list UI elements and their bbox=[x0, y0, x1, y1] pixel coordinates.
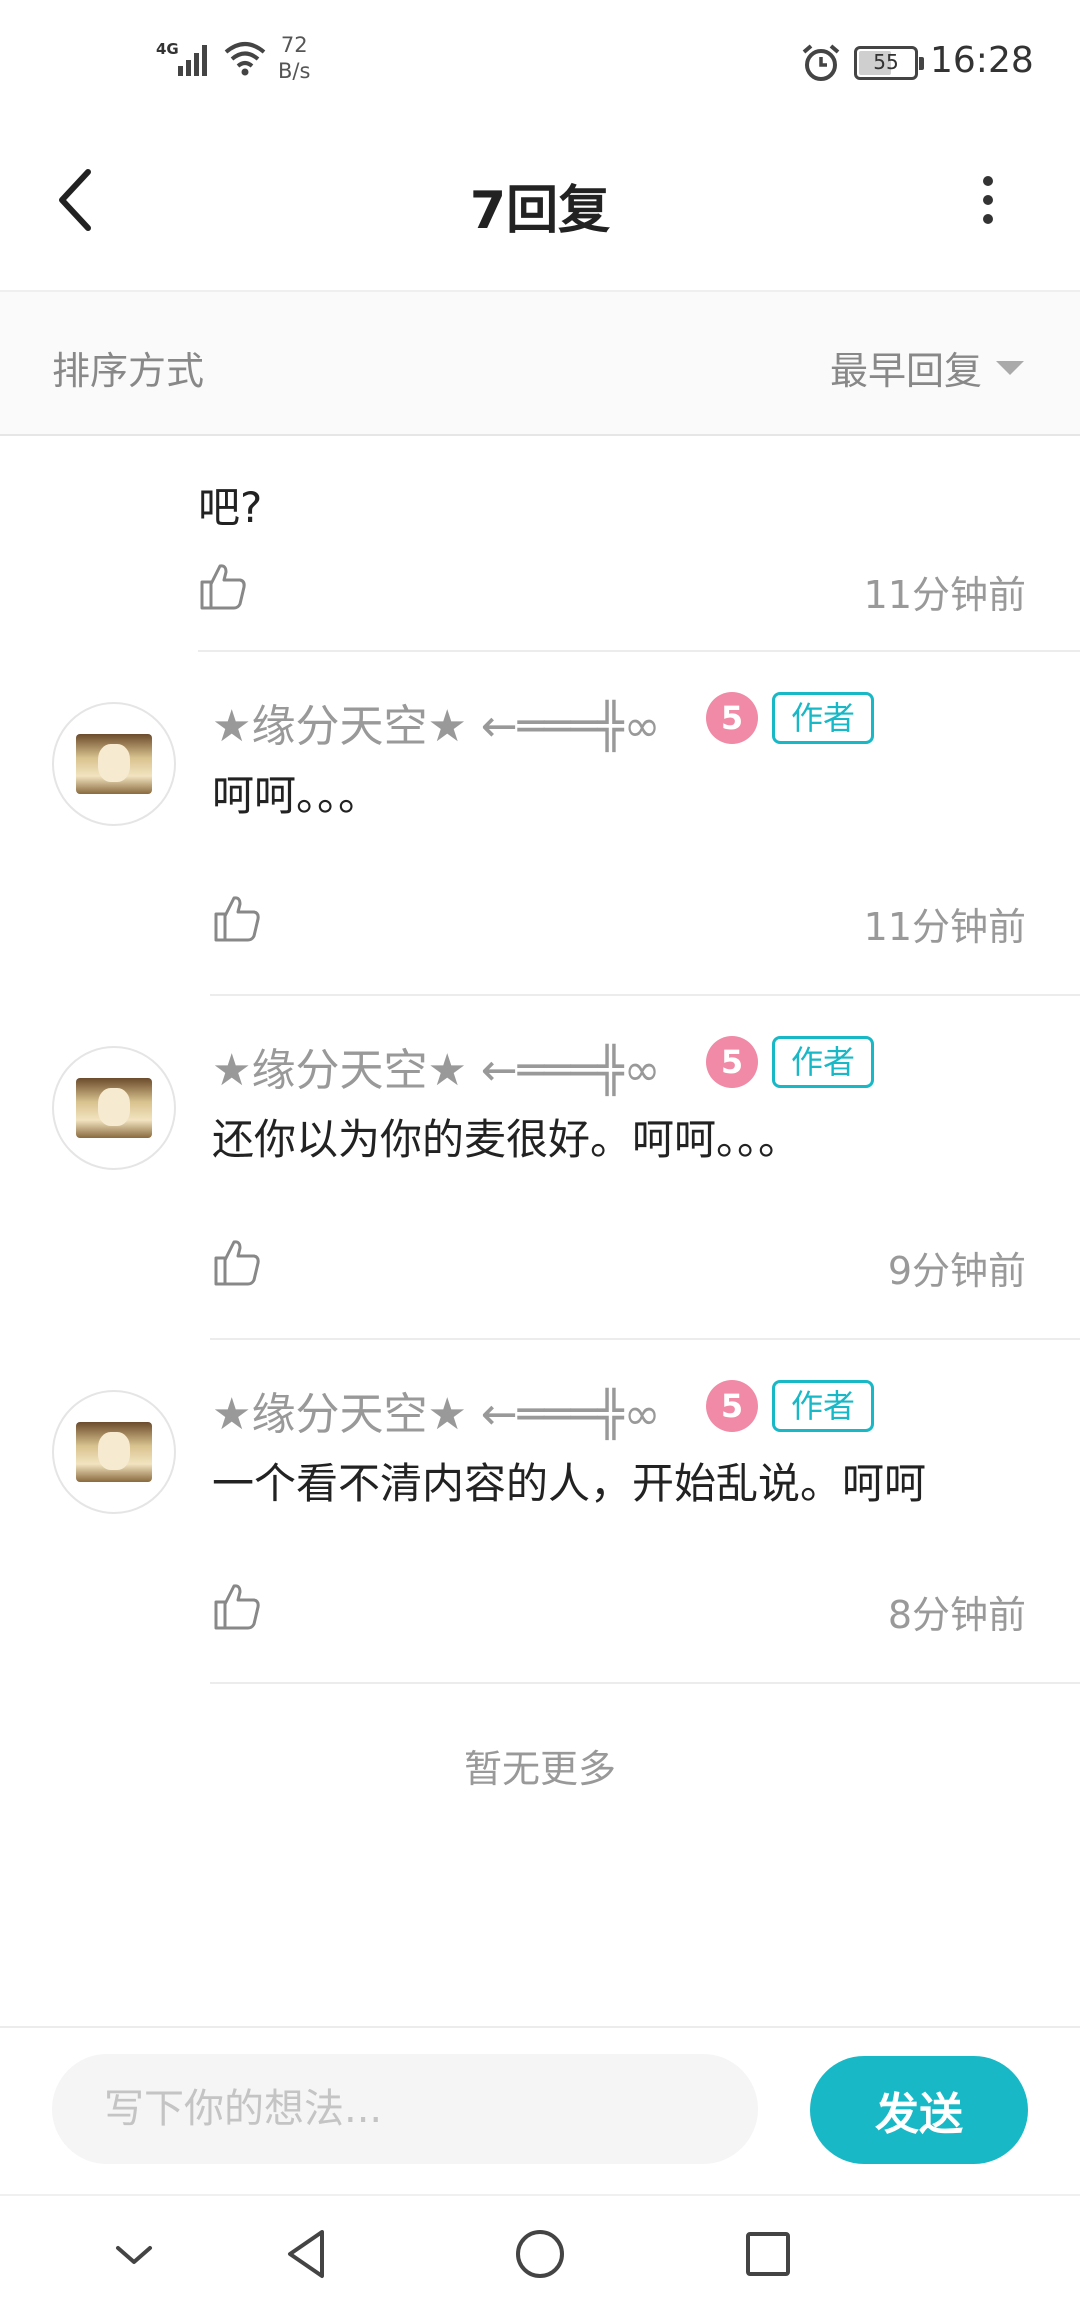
alarm-icon bbox=[802, 44, 840, 81]
sort-bar: 排序方式 最早回复 bbox=[0, 292, 1080, 436]
page-title: 7回复 bbox=[469, 181, 611, 241]
level-badge: 5 bbox=[706, 692, 758, 744]
author-tag: 作者 bbox=[772, 692, 874, 744]
comment-content: 一个看不清内容的人，开始乱说。呵呵 bbox=[212, 1459, 927, 1508]
send-button[interactable]: 发送 bbox=[810, 2056, 1028, 2164]
reply-input-bar: 发送 bbox=[0, 2026, 1080, 2194]
battery-level: 55 bbox=[873, 50, 899, 74]
network-speed: 72 B/s bbox=[278, 32, 310, 84]
reply-input[interactable] bbox=[52, 2054, 758, 2164]
author-tag: 作者 bbox=[772, 1380, 874, 1432]
list-item: 吧? 11分钟前 bbox=[0, 436, 1080, 652]
reply-list: 吧? 11分钟前 ★缘分天空★ ←═══╬∞ 5 作者 呵呵。。。 11分钟前 … bbox=[0, 436, 1080, 2026]
thumbs-up-icon[interactable] bbox=[212, 894, 262, 944]
more-options-icon[interactable] bbox=[968, 170, 1008, 230]
level-badge: 5 bbox=[706, 1036, 758, 1088]
nav-back-icon[interactable] bbox=[278, 2224, 338, 2284]
list-item: ★缘分天空★ ←═══╬∞ 5 作者 一个看不清内容的人，开始乱说。呵呵 8分钟… bbox=[0, 1340, 1080, 1684]
status-bar: 4G 72 B/s 55 16:28 bbox=[0, 0, 1080, 120]
list-item: ★缘分天空★ ←═══╬∞ 5 作者 呵呵。。。 11分钟前 bbox=[0, 652, 1080, 996]
nav-recents-icon[interactable] bbox=[738, 2224, 798, 2284]
author-tag: 作者 bbox=[772, 1036, 874, 1088]
username[interactable]: ★缘分天空★ ←═══╬∞ bbox=[212, 1378, 660, 1442]
sort-value: 最早回复 bbox=[829, 349, 982, 393]
signal-icon bbox=[178, 45, 207, 76]
thumbs-up-icon[interactable] bbox=[198, 562, 248, 612]
speed-value: 72 bbox=[280, 33, 308, 57]
speed-unit: B/s bbox=[278, 59, 311, 83]
avatar[interactable] bbox=[52, 702, 176, 826]
comment-content: 吧? bbox=[198, 436, 1018, 544]
clock: 16:28 bbox=[930, 40, 1034, 81]
username[interactable]: ★缘分天空★ ←═══╬∞ bbox=[212, 690, 660, 754]
comment-content: 呵呵。。。 bbox=[212, 771, 381, 820]
thumbs-up-icon[interactable] bbox=[212, 1582, 262, 1632]
system-nav-bar bbox=[0, 2194, 1080, 2310]
avatar[interactable] bbox=[52, 1390, 176, 1514]
divider bbox=[210, 1682, 1080, 1684]
avatar[interactable] bbox=[52, 1046, 176, 1170]
network-type: 4G bbox=[156, 40, 179, 58]
comment-content: 还你以为你的麦很好。呵呵。。。 bbox=[212, 1115, 801, 1164]
comment-time: 8分钟前 bbox=[887, 1593, 1026, 1637]
list-item: ★缘分天空★ ←═══╬∞ 5 作者 还你以为你的麦很好。呵呵。。。 9分钟前 bbox=[0, 996, 1080, 1340]
comment-time: 11分钟前 bbox=[863, 905, 1026, 949]
chevron-down-icon[interactable] bbox=[104, 2224, 164, 2284]
caret-down-icon bbox=[996, 360, 1024, 375]
nav-home-icon[interactable] bbox=[510, 2224, 570, 2284]
comment-time: 11分钟前 bbox=[863, 573, 1026, 617]
comment-time: 9分钟前 bbox=[887, 1249, 1026, 1293]
wifi-icon bbox=[224, 42, 266, 76]
no-more-text: 暂无更多 bbox=[463, 1747, 616, 1791]
level-badge: 5 bbox=[706, 1380, 758, 1432]
username[interactable]: ★缘分天空★ ←═══╬∞ bbox=[212, 1034, 660, 1098]
comment-text-line: 吧? bbox=[198, 483, 263, 532]
sort-dropdown[interactable]: 最早回复 bbox=[830, 340, 1024, 395]
battery-icon: 55 bbox=[854, 46, 924, 80]
header: 7回复 bbox=[0, 120, 1080, 292]
thumbs-up-icon[interactable] bbox=[212, 1238, 262, 1288]
sort-label: 排序方式 bbox=[52, 349, 205, 393]
